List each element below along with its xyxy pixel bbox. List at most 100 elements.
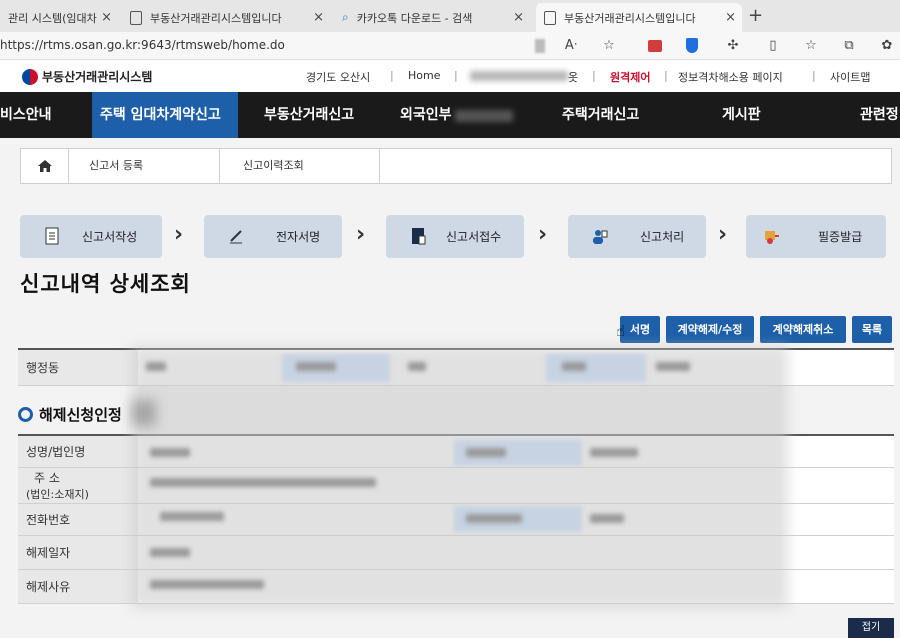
step-processing: 신고처리: [568, 215, 706, 258]
shield-extension-icon[interactable]: [686, 38, 698, 53]
hand-cursor-icon: ☝: [616, 322, 626, 340]
extension-icon[interactable]: [648, 40, 662, 52]
address-label: 주 소: [34, 471, 60, 485]
privacy-blur-overlay: [132, 346, 788, 608]
collections-icon[interactable]: ⧉: [840, 38, 858, 53]
chevron-right-icon: ›: [356, 222, 366, 247]
row-label: 행정동: [18, 350, 138, 385]
step-write: 신고서작성: [20, 215, 162, 258]
browser-tab-4-active[interactable]: 부동산거래관리시스템입니다 ×: [536, 3, 742, 32]
close-icon[interactable]: ×: [513, 10, 524, 25]
region-label: 경기도 오산시: [306, 71, 371, 84]
redacted-text: [150, 448, 190, 457]
favorites-list-icon[interactable]: ☆: [802, 38, 820, 53]
chevron-right-icon: ›: [718, 222, 728, 247]
home-icon[interactable]: [21, 149, 69, 183]
cancel-edit-button[interactable]: 계약해제/수정: [666, 316, 754, 343]
step-label: 전자서명: [276, 230, 321, 244]
remote-control-link[interactable]: 원격제어: [610, 69, 650, 85]
chevron-right-icon: ›: [538, 222, 548, 247]
browser-tab-2[interactable]: 부동산거래관리시스템입니다 ×: [122, 3, 330, 32]
close-icon[interactable]: ×: [313, 10, 324, 25]
address-sub-label: (법인:소재지): [26, 488, 89, 501]
nav-housing-report[interactable]: 주택거래신고: [562, 92, 639, 138]
redacted-text: [562, 362, 586, 371]
redacted-text: [150, 548, 190, 557]
sitemap-link[interactable]: 사이트맵: [830, 69, 870, 85]
info-gap-page-link[interactable]: 정보격차해소용 페이지: [678, 69, 783, 85]
tab-title: 부동산거래관리시스템입니다: [150, 11, 282, 25]
split-screen-icon[interactable]: ▯: [764, 38, 782, 53]
redacted-nav: [455, 110, 513, 122]
doc-icon: [130, 10, 142, 25]
new-tab-button[interactable]: +: [748, 5, 763, 26]
redacted-text: [590, 514, 624, 523]
redacted-text: [150, 580, 264, 589]
step-certificate: 필증발급: [746, 215, 886, 258]
redacted-text: [160, 512, 224, 521]
site-logo[interactable]: 부동산거래관리시스템: [22, 68, 152, 85]
close-icon[interactable]: ×: [101, 10, 112, 25]
folder-icon: [412, 228, 426, 245]
collapse-button[interactable]: 접기: [848, 618, 894, 638]
favorite-star-icon[interactable]: ☆: [600, 38, 618, 53]
redacted-user: [470, 71, 568, 81]
redacted-text: [590, 448, 638, 457]
copilot-icon[interactable]: ✿: [878, 38, 896, 53]
divider: [379, 149, 380, 183]
nav-service-guide[interactable]: 비스안내: [0, 92, 52, 138]
tab-title: 관리 시스템(임대차: [8, 11, 97, 25]
redacted-icon: [535, 39, 545, 53]
browser-tab-1[interactable]: 관리 시스템(임대차 ×: [0, 3, 118, 32]
nav-rental-report[interactable]: 주택 임대차계약신고: [92, 92, 238, 138]
circle-bullet-icon: [18, 407, 33, 422]
row-label: 해제사유: [18, 570, 138, 603]
document-icon: [45, 227, 59, 245]
section-title: 해제신청인정: [18, 404, 122, 425]
separator: |: [390, 69, 394, 82]
step-label: 필증발급: [818, 230, 863, 244]
nav-foreigner[interactable]: 외국인부: [400, 92, 452, 138]
row-label: 해제일자: [18, 536, 138, 569]
chevron-right-icon: ›: [174, 222, 184, 247]
puzzle-icon[interactable]: ✣: [724, 38, 742, 53]
url-field[interactable]: https://rtms.osan.go.kr:9643/rtmsweb/hom…: [0, 38, 285, 52]
read-aloud-icon[interactable]: Aᐧ: [562, 38, 580, 53]
step-receipt: 신고서접수: [386, 215, 524, 258]
divider: [219, 149, 220, 183]
logo-text: 부동산거래관리시스템: [42, 70, 153, 84]
redacted-text: [466, 514, 522, 523]
redacted-text: [146, 362, 166, 371]
home-link[interactable]: Home: [408, 69, 440, 82]
privacy-blur-overlay: [132, 400, 156, 426]
browser-tab-3[interactable]: ⌕ 카카오톡 다운로드 - 검색 ×: [334, 3, 530, 32]
cancel-revoke-button[interactable]: 계약해제취소: [760, 316, 846, 343]
nav-related[interactable]: 관련정: [860, 92, 899, 138]
step-e-sign: 전자서명: [204, 215, 342, 258]
breadcrumb-item-register[interactable]: 신고서 등록: [89, 149, 143, 183]
row-label: 성명/법인명: [18, 436, 138, 467]
redacted-text: [656, 362, 690, 371]
list-button[interactable]: 목록: [852, 316, 892, 343]
redacted-text: [466, 448, 506, 457]
sign-button[interactable]: 서명: [620, 316, 660, 343]
main-nav: 비스안내 주택 임대차계약신고 부동산거래신고 외국인부 주택거래신고 게시판 …: [0, 92, 900, 138]
logo-emblem-icon: [22, 68, 38, 85]
users-icon: [593, 230, 608, 244]
search-icon: ⌕: [342, 10, 349, 24]
page-title: 신고내역 상세조회: [20, 272, 191, 296]
redacted-text: [408, 362, 426, 371]
breadcrumb: 신고서 등록 신고이력조회: [20, 148, 892, 184]
step-label: 신고서접수: [446, 230, 502, 244]
separator: |: [664, 69, 668, 82]
step-label: 신고서작성: [82, 230, 138, 244]
row-label: 전화번호: [18, 504, 138, 535]
nav-real-estate-report[interactable]: 부동산거래신고: [264, 92, 354, 138]
breadcrumb-item-history[interactable]: 신고이력조회: [243, 149, 304, 183]
nav-board[interactable]: 게시판: [722, 92, 761, 138]
tab-title: 부동산거래관리시스템입니다: [564, 11, 696, 25]
browser-tab-strip: 관리 시스템(임대차 × 부동산거래관리시스템입니다 × ⌕ 카카오톡 다운로드…: [0, 0, 900, 32]
separator: |: [592, 69, 596, 82]
address-bar: https://rtms.osan.go.kr:9643/rtmsweb/hom…: [0, 32, 900, 60]
close-icon[interactable]: ×: [725, 10, 736, 25]
